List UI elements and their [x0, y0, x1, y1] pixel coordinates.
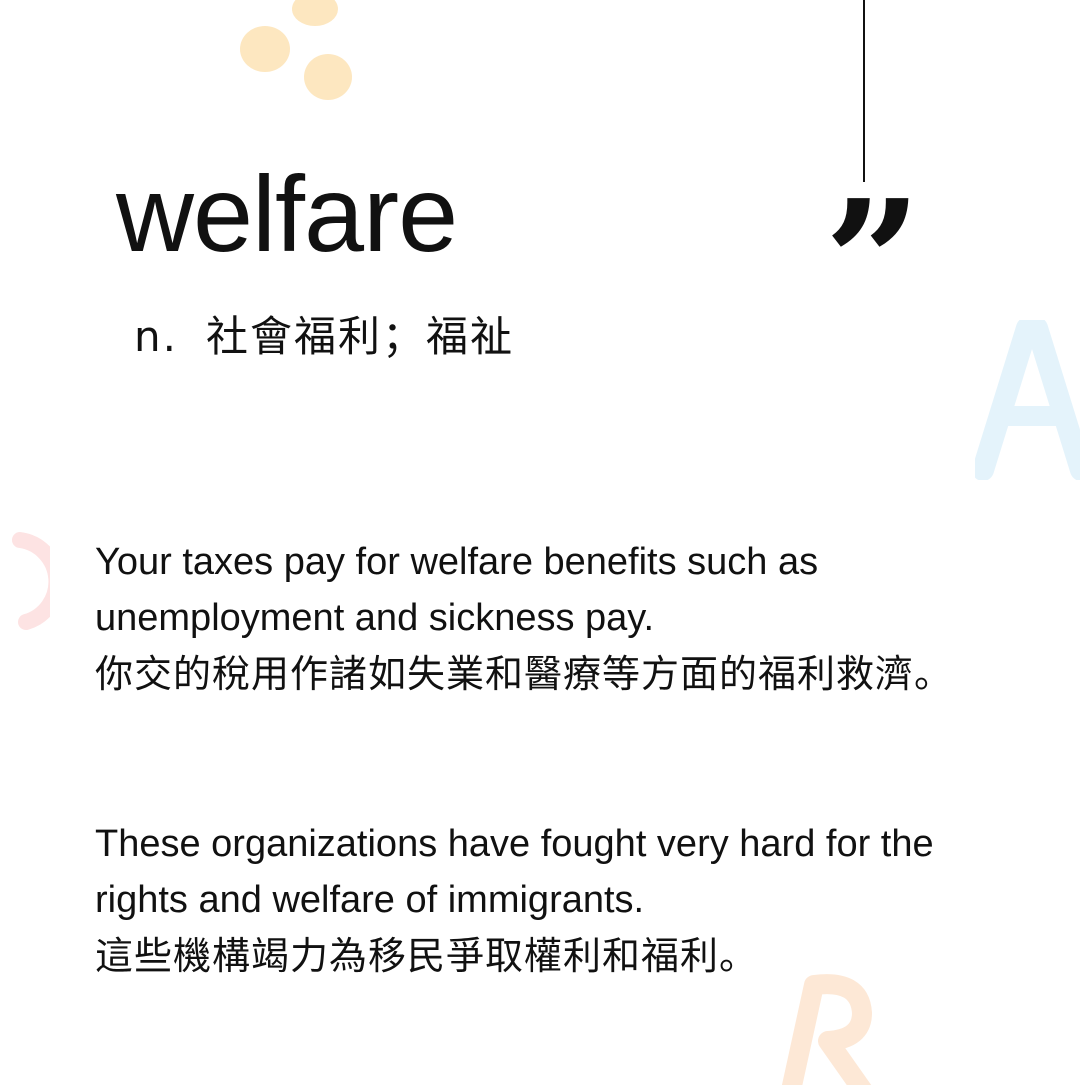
example-sentence: Your taxes pay for welfare benefits such…	[95, 534, 995, 702]
decorative-dot	[240, 26, 290, 72]
vertical-divider-line	[863, 0, 865, 182]
headword: welfare	[116, 153, 458, 274]
definition-text: 社會福利；福祉	[205, 312, 514, 361]
decorative-dot	[292, 0, 338, 26]
definition-line: n. 社會福利；福祉	[134, 312, 514, 362]
example-chinese: 這些機構竭力為移民爭取權利和福利。	[95, 934, 759, 978]
example-sentence: These organizations have fought very har…	[95, 816, 995, 984]
example-english: These organizations have fought very har…	[95, 823, 934, 921]
decorative-dot	[304, 54, 352, 100]
decorative-letter-c-icon	[12, 532, 50, 630]
example-chinese: 你交的稅用作諸如失業和醫療等方面的福利救濟。	[95, 652, 954, 696]
part-of-speech: n.	[134, 312, 178, 361]
quote-mark-icon: ”	[824, 163, 922, 363]
example-english: Your taxes pay for welfare benefits such…	[95, 541, 819, 639]
decorative-letter-a-icon	[975, 320, 1080, 480]
